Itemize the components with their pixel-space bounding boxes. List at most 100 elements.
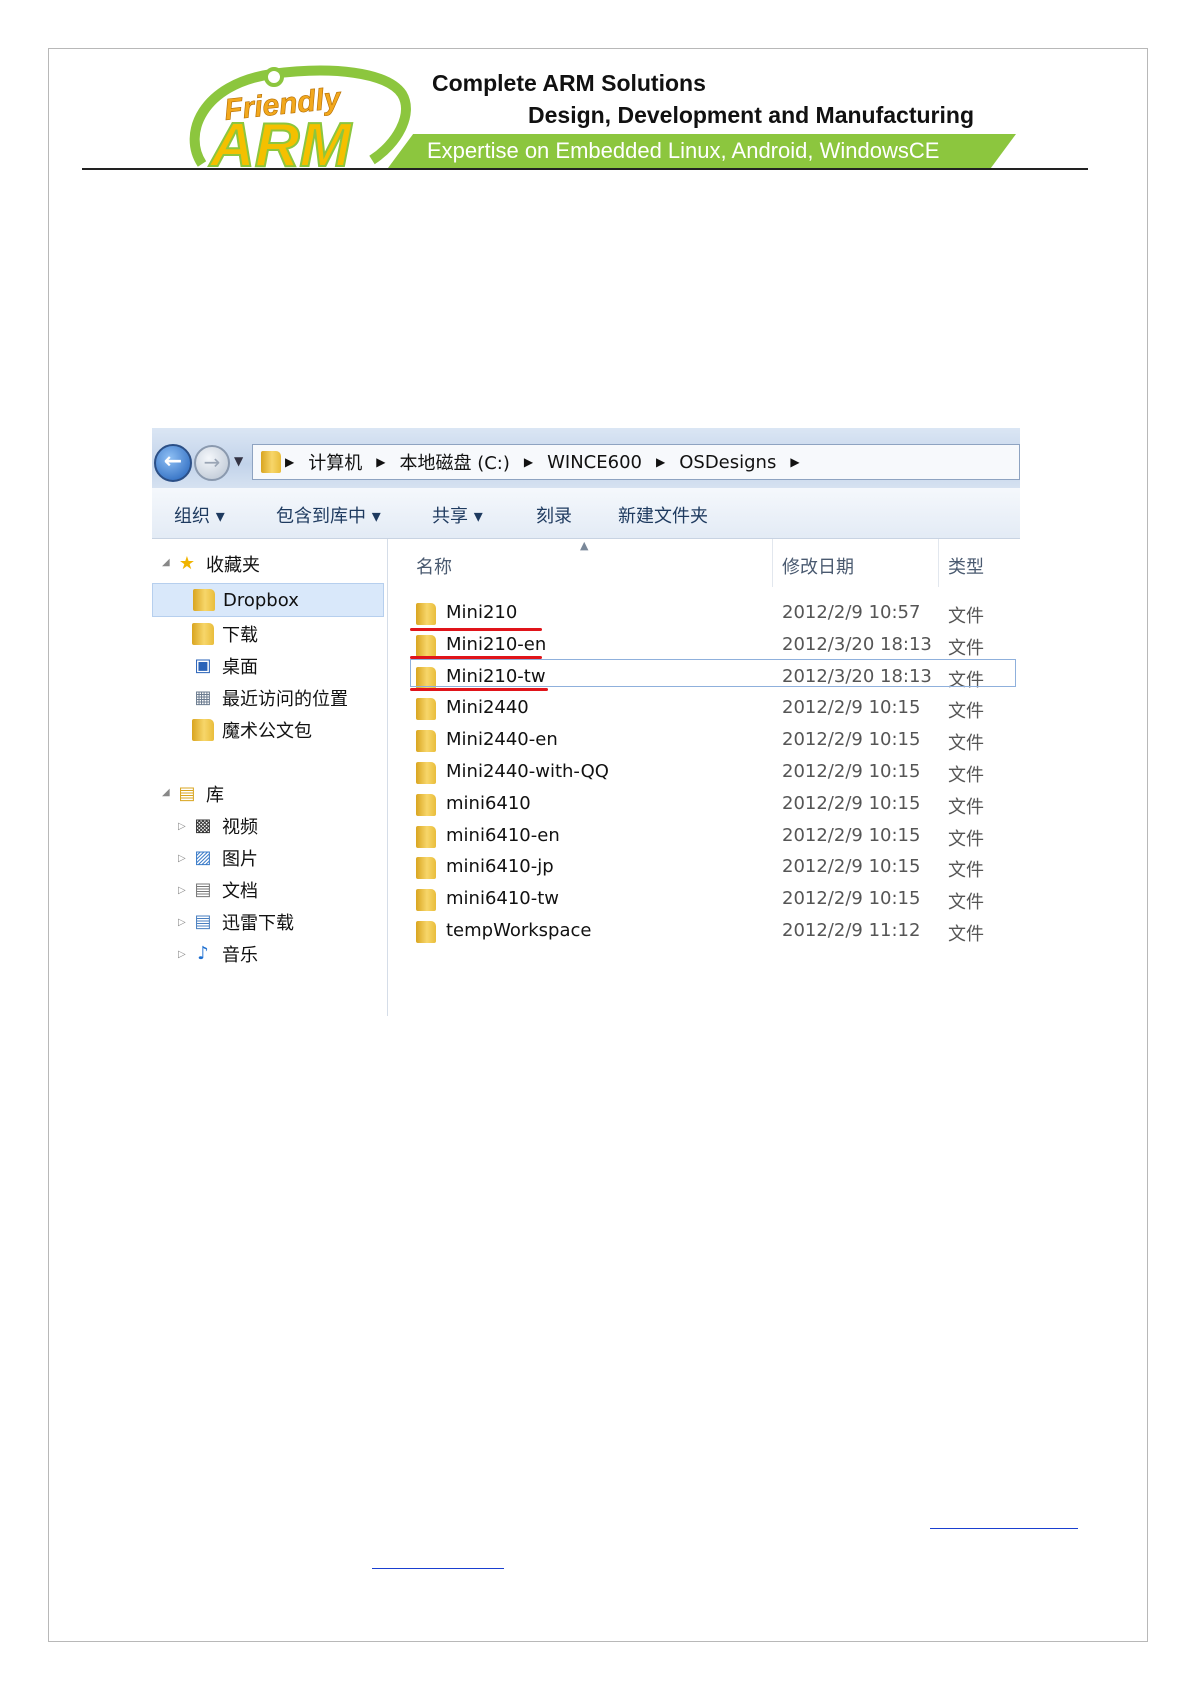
hyperlink-underline[interactable]	[372, 1568, 504, 1569]
breadcrumb-arrow-icon[interactable]: ▶	[790, 455, 799, 469]
red-underline-annotation	[410, 656, 542, 659]
explorer-window: ← → ▼ ▶ 计算机 ▶ 本地磁盘 (C:) ▶ WINCE600 ▶ OSD…	[152, 428, 1020, 1016]
folder-icon	[416, 603, 436, 625]
folder-icon	[193, 589, 215, 611]
breadcrumb-arrow-icon[interactable]: ▶	[656, 455, 665, 469]
nav-item-desktop[interactable]: ▣ 桌面	[192, 653, 258, 679]
breadcrumb-local-disk[interactable]: 本地磁盘 (C:)	[399, 449, 509, 475]
file-name: Mini2440-en	[446, 729, 558, 751]
file-row[interactable]: mini6410 2012/2/9 10:15 文件	[388, 790, 1020, 820]
column-header-date[interactable]: 修改日期	[782, 553, 854, 579]
file-type: 文件	[948, 892, 984, 914]
expand-triangle-icon[interactable]: ▷	[178, 821, 186, 832]
file-date: 2012/2/9 10:15	[782, 824, 921, 846]
file-name: Mini2440	[446, 697, 529, 719]
breadcrumb-osdesigns[interactable]: OSDesigns	[679, 452, 776, 473]
file-date: 2012/2/9 10:57	[782, 602, 921, 623]
column-header-type[interactable]: 类型	[948, 553, 984, 579]
breadcrumb-arrow-icon[interactable]: ▶	[285, 455, 294, 469]
file-date: 2012/3/20 18:13	[782, 633, 932, 655]
file-name: tempWorkspace	[446, 920, 592, 941]
focused-row-outline	[410, 659, 1016, 687]
header-tagline-1: Complete ARM Solutions	[432, 70, 706, 96]
expand-triangle-icon[interactable]: ▷	[178, 917, 186, 928]
nav-label: 魔术公文包	[222, 721, 312, 742]
nav-item-recent-places[interactable]: ▦ 最近访问的位置	[192, 685, 348, 711]
nav-label: 文档	[222, 881, 258, 902]
history-dropdown-icon[interactable]: ▼	[234, 454, 243, 468]
column-divider[interactable]	[938, 539, 939, 587]
expand-triangle-icon[interactable]: ◢	[162, 787, 170, 798]
file-name: Mini210	[446, 602, 518, 623]
file-row[interactable]: mini6410-jp 2012/2/9 10:15 文件	[388, 853, 1020, 883]
file-row[interactable]: mini6410-tw 2012/2/9 10:15 文件	[388, 885, 1020, 915]
nav-item-pictures[interactable]: ▨ 图片	[192, 845, 258, 871]
document-icon: ▤	[194, 879, 212, 900]
expand-triangle-icon[interactable]: ▷	[178, 853, 186, 864]
file-row[interactable]: Mini2440-en 2012/2/9 10:15 文件	[388, 726, 1020, 756]
header-tagline-3: Expertise on Embedded Linux, Android, Wi…	[427, 138, 940, 163]
file-type: 文件	[948, 765, 984, 786]
file-type: 文件	[948, 860, 984, 882]
nav-item-dropbox[interactable]: Dropbox	[152, 583, 384, 617]
file-name: Mini210-en	[446, 633, 547, 655]
share-button[interactable]: 共享 ▾	[432, 502, 483, 528]
file-type: 文件	[948, 796, 984, 818]
breadcrumb-computer[interactable]: 计算机	[308, 449, 362, 475]
folder-icon	[416, 889, 436, 912]
folder-icon	[192, 719, 214, 741]
recent-places-icon: ▦	[194, 687, 212, 708]
file-name: mini6410-jp	[446, 856, 554, 878]
forward-button[interactable]: →	[194, 445, 230, 481]
path-box[interactable]: ▶ 计算机 ▶ 本地磁盘 (C:) ▶ WINCE600 ▶ OSDesigns…	[252, 444, 1020, 480]
folder-icon	[416, 634, 436, 657]
folder-icon	[416, 857, 436, 880]
video-icon: ▩	[194, 815, 212, 836]
star-icon: ★	[178, 553, 196, 574]
breadcrumb-arrow-icon[interactable]: ▶	[524, 455, 533, 469]
organize-button[interactable]: 组织 ▾	[174, 502, 225, 528]
breadcrumb-arrow-icon[interactable]: ▶	[376, 455, 385, 469]
file-type: 文件	[948, 924, 984, 945]
include-in-library-button[interactable]: 包含到库中 ▾	[276, 502, 381, 528]
nav-item-videos[interactable]: ▩ 视频	[192, 813, 258, 839]
nav-favorites[interactable]: ★ 收藏夹	[176, 551, 260, 577]
file-row[interactable]: Mini2440-with-QQ 2012/2/9 10:15 文件	[388, 758, 1020, 788]
file-row[interactable]: tempWorkspace 2012/2/9 11:12 文件	[388, 917, 1020, 947]
file-name: mini6410-en	[446, 824, 560, 846]
folder-icon	[416, 762, 436, 784]
column-header-name[interactable]: 名称	[416, 553, 452, 579]
nav-item-thunder-downloads[interactable]: ▤ 迅雷下载	[192, 909, 294, 935]
burn-button[interactable]: 刻录	[536, 502, 572, 528]
sort-up-icon: ▲	[580, 539, 589, 552]
back-button[interactable]: ←	[154, 444, 192, 482]
expand-triangle-icon[interactable]: ▷	[178, 949, 186, 960]
nav-item-downloads[interactable]: 下载	[192, 621, 258, 647]
logo-text-arm: ARM	[208, 111, 353, 168]
nav-label: 视频	[222, 817, 258, 838]
column-divider[interactable]	[772, 539, 773, 587]
folder-icon	[416, 730, 436, 753]
file-type: 文件	[948, 606, 984, 627]
expand-triangle-icon[interactable]: ◢	[162, 557, 170, 568]
pictures-icon: ▨	[194, 847, 212, 868]
file-date: 2012/2/9 10:15	[782, 697, 921, 719]
breadcrumb-wince600[interactable]: WINCE600	[547, 452, 642, 473]
file-row[interactable]: Mini210 2012/2/9 10:57 文件	[388, 599, 1020, 629]
file-list: ▲ 名称 修改日期 类型 Mini210 2012/2/9 10:57 文件 Mini…	[388, 539, 1020, 1016]
file-row[interactable]: mini6410-en 2012/2/9 10:15 文件	[388, 822, 1020, 852]
file-type: 文件	[948, 637, 984, 659]
nav-item-documents[interactable]: ▤ 文档	[192, 877, 258, 903]
hyperlink-underline[interactable]	[930, 1528, 1078, 1529]
nav-item-music[interactable]: ♪ 音乐	[192, 941, 258, 967]
download-library-icon: ▤	[194, 911, 212, 932]
file-type: 文件	[948, 828, 984, 850]
file-row[interactable]: Mini2440 2012/2/9 10:15 文件	[388, 694, 1020, 724]
download-folder-icon	[192, 623, 214, 645]
nav-label: 桌面	[222, 657, 258, 678]
expand-triangle-icon[interactable]: ▷	[178, 885, 186, 896]
nav-item-briefcase[interactable]: 魔术公文包	[192, 717, 312, 743]
nav-libraries[interactable]: ▤ 库	[176, 781, 224, 807]
new-folder-button[interactable]: 新建文件夹	[618, 502, 708, 528]
desktop-icon: ▣	[194, 655, 212, 676]
